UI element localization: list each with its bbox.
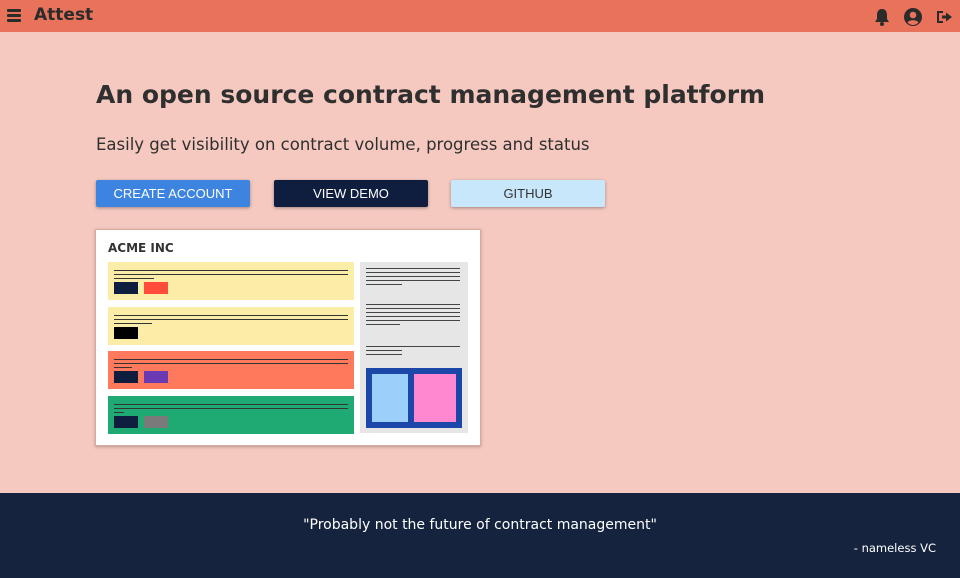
footer-quote-author: - nameless VC xyxy=(853,541,936,555)
view-demo-button[interactable]: VIEW DEMO xyxy=(274,180,428,207)
create-account-button[interactable]: CREATE ACCOUNT xyxy=(96,180,250,207)
hero-subtitle: Easily get visibility on contract volume… xyxy=(96,135,590,154)
github-button[interactable]: GITHUB xyxy=(451,180,605,207)
illustration-contract-row xyxy=(108,262,354,300)
menu-icon[interactable] xyxy=(7,9,21,22)
contract-illustration: ACME INC xyxy=(95,229,481,446)
top-bar: Attest xyxy=(0,0,960,32)
bell-icon[interactable] xyxy=(872,7,892,27)
illustration-contract-row xyxy=(108,396,354,434)
sign-out-icon[interactable] xyxy=(934,7,954,27)
illustration-contract-row xyxy=(108,307,354,345)
brand-name[interactable]: Attest xyxy=(34,5,93,25)
footer: "Probably not the future of contract man… xyxy=(0,493,960,578)
illustration-contract-row xyxy=(108,351,354,389)
user-circle-icon[interactable] xyxy=(903,7,923,27)
illustration-company-name: ACME INC xyxy=(108,241,174,255)
illustration-side-panel xyxy=(360,262,468,433)
footer-quote: "Probably not the future of contract man… xyxy=(303,517,657,533)
hero-title: An open source contract management platf… xyxy=(96,80,766,109)
illustration-preview-box xyxy=(366,368,462,428)
